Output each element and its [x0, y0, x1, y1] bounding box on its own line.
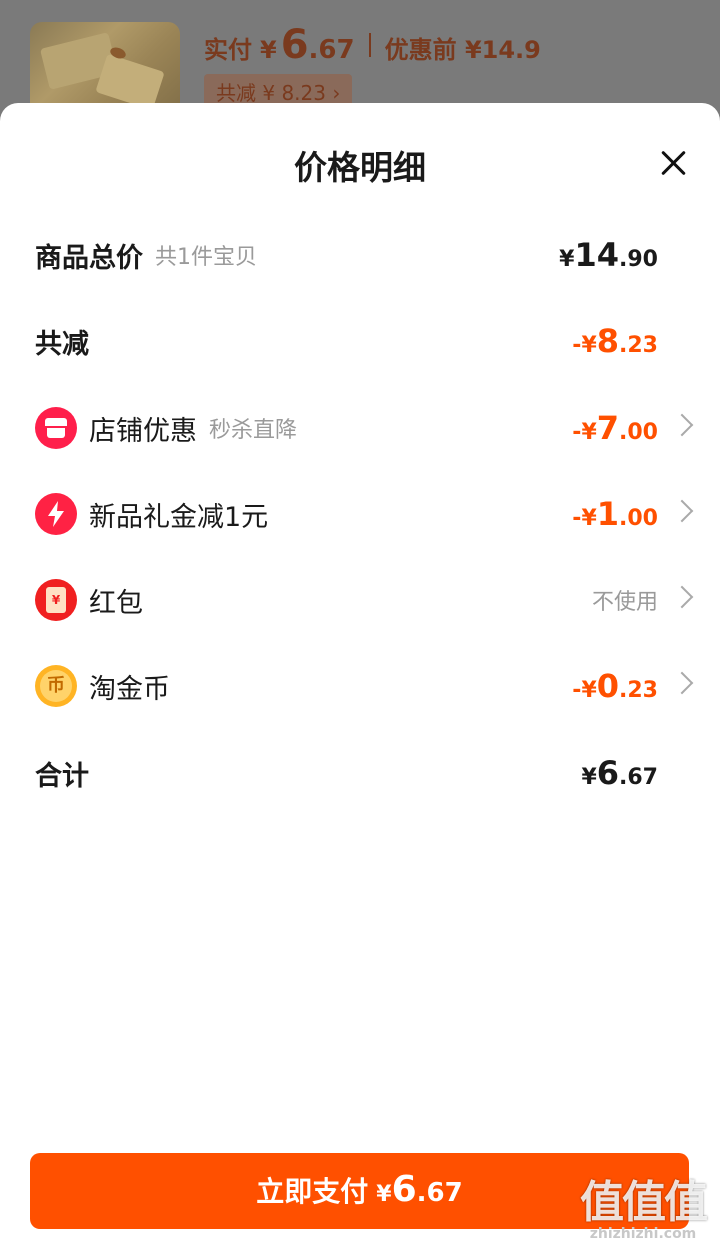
red-envelope-icon: ¥ [35, 579, 77, 621]
total-price-label: 商品总价 [35, 242, 143, 274]
minus-sign: - [572, 420, 582, 445]
actual-pay-dec: .67 [308, 35, 355, 65]
price-dec: .90 [619, 247, 658, 272]
price-int: 8 [596, 322, 620, 360]
price-dec: .23 [619, 678, 658, 703]
new-gift-value: - ¥ 1 .00 [572, 495, 658, 533]
pay-now-int: 6 [391, 1169, 417, 1210]
thumbnail-cake-piece [95, 53, 165, 111]
shop-discount-value: - ¥ 7 .00 [572, 409, 658, 447]
sheet-title: 价格明细 [294, 148, 426, 187]
shop-discount-label: 店铺优惠 [89, 415, 197, 447]
new-gift-label: 新品礼金减1元 [89, 501, 269, 533]
reduce-label: 共减 [35, 328, 89, 360]
price-int: 7 [596, 409, 620, 447]
row-shop-discount[interactable]: 店铺优惠 秒杀直降 - ¥ 7 .00 [0, 398, 720, 458]
red-envelope-glyph: ¥ [46, 587, 66, 613]
yen-sign: ¥ [581, 506, 597, 531]
lightning-icon [35, 493, 77, 535]
row-sum: 合计 ¥ 6 .67 [0, 743, 720, 803]
yen-sign: ¥ [581, 678, 597, 703]
minus-sign: - [572, 506, 582, 531]
price-int: 6 [596, 754, 620, 792]
tao-coin-value: - ¥ 0 .23 [572, 667, 658, 705]
chevron-right-icon [670, 585, 694, 609]
yen-sign: ¥ [581, 333, 597, 358]
watermark: 值值值 zhizhizhi.com [568, 1166, 718, 1242]
minus-sign: - [572, 333, 582, 358]
pay-now-label: 立即支付 [256, 1175, 369, 1208]
price-dec: .67 [619, 765, 658, 790]
minus-sign: - [572, 678, 582, 703]
row-total-reduce: 共减 - ¥ 8 .23 [0, 311, 720, 371]
row-tao-coin[interactable]: 币 淘金币 - ¥ 0 .23 [0, 656, 720, 716]
actual-pay-label: 实付 [204, 36, 252, 64]
reduce-value: - ¥ 8 .23 [572, 322, 658, 360]
close-icon[interactable] [656, 145, 692, 181]
price-detail-sheet: 价格明细 商品总价 共1件宝贝 ¥ 14 .90 共减 - ¥ 8 .23 店铺… [0, 103, 720, 1258]
coin-icon: 币 [35, 665, 77, 707]
price-int: 0 [596, 667, 620, 705]
coin-glyph: 币 [40, 670, 72, 702]
price-int: 1 [596, 495, 620, 533]
actual-pay-yen: ¥ [260, 36, 277, 64]
sum-value: ¥ 6 .67 [581, 754, 658, 792]
price-int: 14 [574, 236, 620, 274]
total-price-value: ¥ 14 .90 [559, 236, 658, 274]
yen-sign: ¥ [581, 765, 597, 790]
price-dec: .00 [619, 420, 658, 445]
price-dec: .23 [619, 333, 658, 358]
shop-discount-sub: 秒杀直降 [209, 418, 298, 443]
yen-sign: ¥ [581, 420, 597, 445]
red-packet-label: 红包 [89, 587, 143, 619]
shop-icon [35, 407, 77, 449]
row-red-packet[interactable]: ¥ 红包 不使用 [0, 570, 720, 630]
row-new-gift[interactable]: 新品礼金减1元 - ¥ 1 .00 [0, 484, 720, 544]
price-separator [368, 33, 371, 57]
actual-pay-int: 6 [280, 22, 309, 68]
sum-label: 合计 [35, 760, 89, 792]
chevron-right-icon [670, 499, 694, 523]
watermark-logo: 值值值 [580, 1177, 708, 1228]
chevron-right-icon [670, 671, 694, 695]
original-price: 优惠前 ¥14.9 [384, 36, 541, 64]
total-price-sub: 共1件宝贝 [155, 245, 257, 270]
tao-coin-label: 淘金币 [89, 673, 170, 705]
red-packet-value: 不使用 [591, 590, 658, 615]
row-total-price: 商品总价 共1件宝贝 ¥ 14 .90 [0, 225, 720, 285]
price-dec: .00 [619, 506, 658, 531]
pay-now-dec: .67 [416, 1178, 463, 1208]
yen-sign: ¥ [559, 247, 575, 272]
background-price: 实付 ¥ 6 .67 优惠前 ¥14.9 [204, 22, 541, 68]
watermark-url: zhizhizhi.com [589, 1226, 697, 1242]
chevron-right-icon [670, 413, 694, 437]
pay-now-yen: ¥ [376, 1182, 392, 1207]
